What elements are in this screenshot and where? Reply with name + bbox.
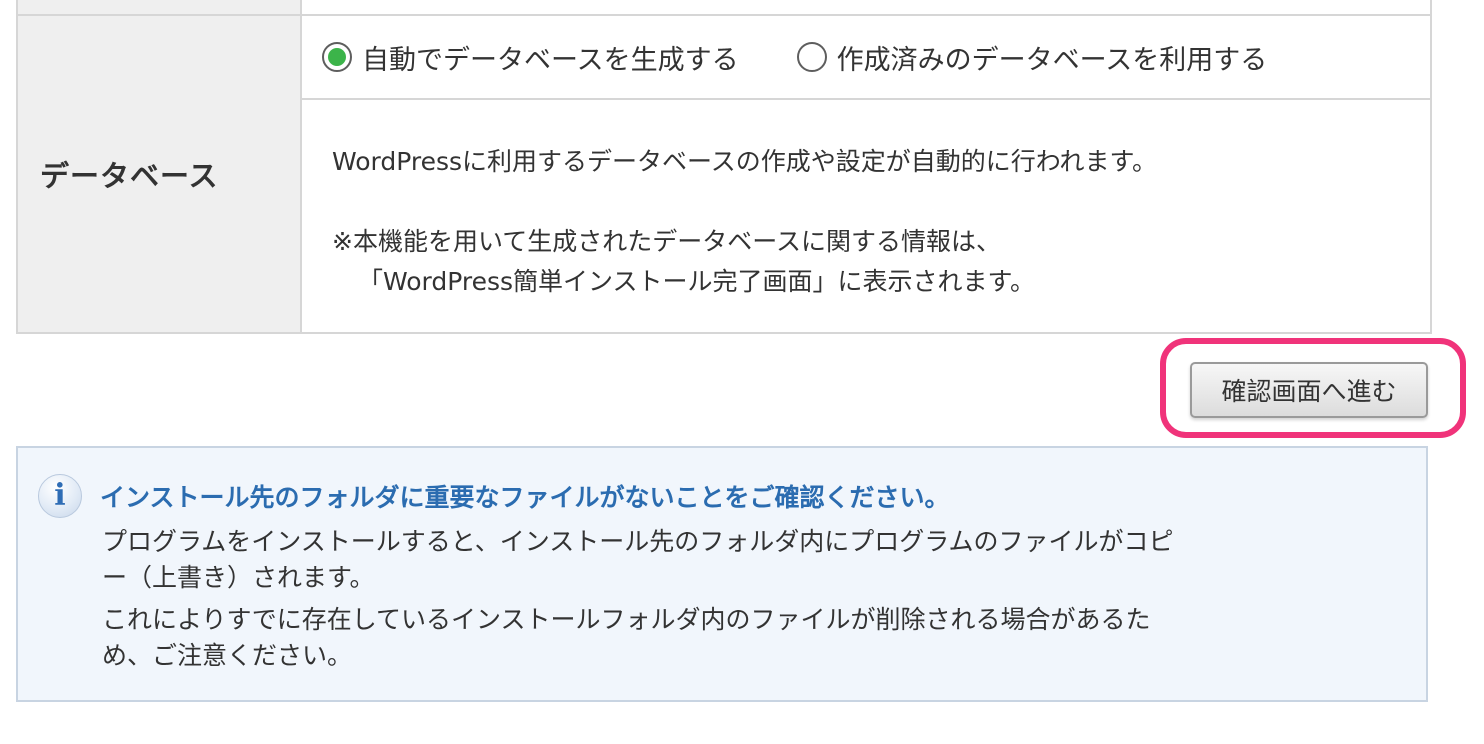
radio-selected-icon[interactable] [322, 42, 352, 72]
info-paragraph-2: これによりすでに存在しているインストールフォルダ内のファイルが削除される場合があ… [102, 602, 1322, 674]
info-paragraph-2-line-1: これによりすでに存在しているインストールフォルダ内のファイルが削除される場合があ… [102, 605, 1151, 634]
info-paragraph-2-line-2: め、ご注意ください。 [102, 641, 353, 670]
confirm-screen-button[interactable]: 確認画面へ進む [1190, 362, 1428, 418]
radio-auto-create-label: 自動でデータベースを生成する [362, 44, 739, 76]
install-settings-page: データベース 自動でデータベースを生成する 作成済みのデータベースを利用する W… [0, 0, 1484, 744]
note-line-2: 「WordPress簡単インストール完了画面」に表示されます。 [358, 267, 1036, 296]
radio-use-existing-label: 作成済みのデータベースを利用する [836, 44, 1268, 76]
database-radio-group: 自動でデータベースを生成する 作成済みのデータベースを利用する [302, 16, 1430, 100]
database-value-cell: 自動でデータベースを生成する 作成済みのデータベースを利用する WordPres… [300, 14, 1432, 334]
note-line-1: ※本機能を用いて生成されたデータベースに関する情報は、 [332, 227, 1001, 256]
radio-auto-create-database[interactable]: 自動でデータベースを生成する [322, 38, 739, 77]
radio-use-existing-database[interactable]: 作成済みのデータベースを利用する [796, 38, 1268, 77]
radio-dot-icon [328, 48, 346, 66]
info-body: プログラムをインストールすると、インストール先のフォルダ内にプログラムのファイル… [102, 524, 1322, 674]
radio-unselected-icon[interactable] [796, 42, 827, 72]
database-label-cell: データベース [16, 14, 302, 334]
previous-row-value-cell [300, 0, 1432, 16]
description-text: WordPressに利用するデータベースの作成や設定が自動的に行われます。 [332, 147, 1158, 176]
info-title: インストール先のフォルダに重要なファイルがないことをご確認ください。 [100, 483, 950, 512]
previous-row-label-cell [16, 0, 302, 16]
info-paragraph-1-line-2: ー（上書き）されます。 [102, 563, 375, 592]
info-paragraph-1-line-1: プログラムをインストールすると、インストール先のフォルダ内にプログラムのファイル… [102, 527, 1174, 556]
database-description: WordPressに利用するデータベースの作成や設定が自動的に行われます。 ※本… [302, 100, 1430, 332]
table-row: データベース 自動でデータベースを生成する 作成済みのデータベースを利用する W… [16, 14, 1432, 334]
database-label: データベース [40, 159, 219, 193]
info-icon: i [38, 474, 82, 518]
table-row [16, 0, 1432, 16]
info-notice-box: i インストール先のフォルダに重要なファイルがないことをご確認ください。 プログ… [16, 446, 1428, 702]
settings-table: データベース 自動でデータベースを生成する 作成済みのデータベースを利用する W… [16, 0, 1432, 334]
info-paragraph-1: プログラムをインストールすると、インストール先のフォルダ内にプログラムのファイル… [102, 524, 1322, 596]
